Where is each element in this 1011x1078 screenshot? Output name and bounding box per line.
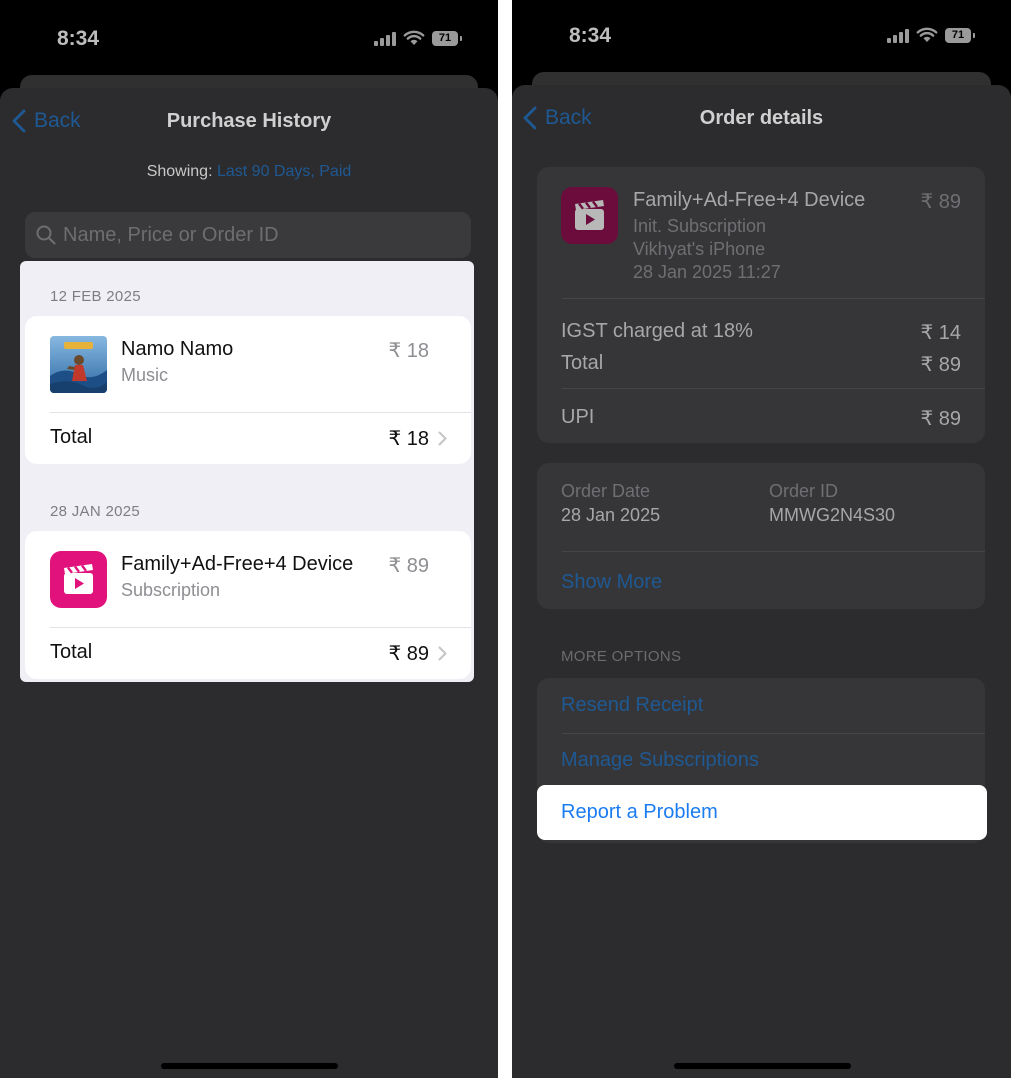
order-item-price: ₹ 89 (920, 191, 961, 213)
row-divider (562, 551, 985, 552)
filter-label: Showing: (146, 163, 213, 180)
total-row[interactable]: Total ₹ 18 (25, 412, 471, 464)
purchase-list: 12 FEB 2025 Namo Namo Music ₹ 18 Total ₹… (20, 261, 474, 682)
status-time: 8:34 (569, 24, 612, 47)
filter-summary: Showing: Last 90 Days, Paid (0, 163, 498, 181)
album-artwork (50, 336, 107, 393)
home-indicator[interactable] (673, 1063, 851, 1069)
show-more-link[interactable]: Show More (561, 571, 662, 594)
row-divider (562, 298, 985, 299)
more-options-header: MORE OPTIONS (561, 648, 682, 665)
battery-icon: 71 (945, 27, 975, 43)
status-time: 8:34 (57, 27, 100, 50)
filter-value-link[interactable]: Last 90 Days, Paid (217, 163, 351, 180)
date-header: 12 FEB 2025 (50, 288, 141, 305)
order-item-timestamp: 28 Jan 2025 11:27 (633, 262, 781, 282)
order-info-card: Order Date 28 Jan 2025 Order ID MMWG2N4S… (537, 463, 985, 609)
purchase-card[interactable]: Family+Ad-Free+4 Device Subscription ₹ 8… (25, 531, 471, 679)
cellular-signal-icon (887, 27, 909, 43)
chevron-right-icon (438, 646, 447, 661)
item-category: Subscription (121, 580, 221, 600)
order-id-value[interactable]: MMWG2N4S30 (769, 505, 895, 526)
purchase-item-row[interactable]: Family+Ad-Free+4 Device Subscription ₹ 8… (25, 531, 471, 627)
order-summary-card: Family+Ad-Free+4 Device ₹ 89 Init. Subsc… (537, 167, 985, 443)
navigation-bar: Back Order details (512, 85, 1011, 153)
home-indicator[interactable] (161, 1063, 338, 1069)
item-price: ₹ 18 (388, 340, 429, 362)
purchase-card[interactable]: Namo Namo Music ₹ 18 Total ₹ 18 (25, 316, 471, 464)
navigation-bar: Back Purchase History (0, 88, 498, 156)
status-icons: 71 (887, 27, 975, 43)
status-bar: 8:34 71 (512, 0, 1011, 80)
status-icons: 71 (374, 30, 462, 46)
wifi-icon (916, 27, 938, 42)
total-label: Total (50, 641, 93, 663)
order-item-title: Family+Ad-Free+4 Device (633, 189, 866, 211)
order-item-type: Init. Subscription (633, 216, 767, 236)
battery-icon: 71 (432, 30, 462, 46)
page-title: Purchase History (166, 110, 332, 132)
row-divider (562, 733, 985, 734)
tax-value: ₹ 14 (920, 322, 961, 344)
total-label: Total (50, 426, 93, 448)
cellular-signal-icon (374, 30, 396, 46)
order-id-label: Order ID (769, 481, 839, 501)
item-price: ₹ 89 (388, 555, 429, 577)
order-details-sheet: Back Order details Family+Ad-Free+4 Devi… (512, 85, 1011, 1078)
payment-method-label: UPI (561, 406, 595, 428)
phone-order-details: 8:34 71 Back Order details Family+Ad-Fre… (512, 0, 1011, 1078)
page-title: Order details (699, 107, 824, 129)
row-divider (562, 388, 985, 389)
resend-receipt-button[interactable]: Resend Receipt (561, 694, 703, 717)
item-title: Family+Ad-Free+4 Device (121, 553, 354, 575)
phone-purchase-history: 8:34 71 Back Purchase History Showing: L… (0, 0, 498, 1078)
wifi-icon (403, 30, 425, 45)
search-icon (36, 225, 56, 245)
manage-subscriptions-button[interactable]: Manage Subscriptions (561, 749, 759, 772)
payment-method-value: ₹ 89 (920, 408, 961, 430)
total-value: ₹ 89 (920, 354, 961, 376)
chevron-right-icon (438, 431, 447, 446)
clapperboard-play-icon (561, 187, 618, 244)
date-header: 28 JAN 2025 (50, 503, 141, 520)
report-problem-label: Report a Problem (561, 801, 718, 823)
total-price: ₹ 89 (388, 643, 429, 665)
order-date-value: 28 Jan 2025 (561, 505, 661, 525)
search-input[interactable] (63, 223, 443, 247)
item-title: Namo Namo (121, 338, 234, 360)
purchase-item-row[interactable]: Namo Namo Music ₹ 18 (25, 316, 471, 412)
clapperboard-play-icon (50, 551, 107, 608)
search-bar[interactable] (25, 212, 471, 258)
order-date-label: Order Date (561, 481, 651, 501)
total-label: Total (561, 352, 604, 374)
tax-label: IGST charged at 18% (561, 320, 753, 342)
item-category: Music (121, 365, 169, 385)
order-item-device: Vikhyat's iPhone (633, 239, 766, 259)
total-row[interactable]: Total ₹ 89 (25, 627, 471, 679)
total-price: ₹ 18 (388, 428, 429, 450)
status-bar: 8:34 71 (0, 0, 498, 80)
report-problem-button[interactable]: Report a Problem (537, 785, 987, 840)
